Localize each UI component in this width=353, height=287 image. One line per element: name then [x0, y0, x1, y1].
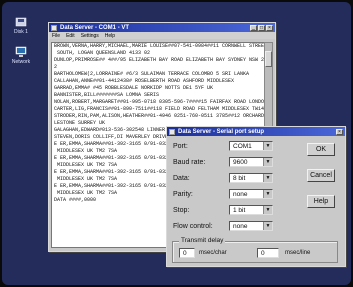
menu-edit[interactable]: Edit: [66, 33, 75, 39]
desktop-icon-label: Network: [11, 59, 31, 65]
data-bits-value: 8 bit: [233, 175, 246, 182]
terminal-app-icon: [51, 24, 57, 31]
chevron-down-icon[interactable]: ▼: [263, 158, 272, 166]
menu-file[interactable]: File: [52, 33, 60, 39]
parity-select[interactable]: none ▼: [229, 189, 273, 199]
chevron-down-icon[interactable]: ▼: [263, 174, 272, 182]
help-button[interactable]: Help: [307, 195, 335, 208]
dialog-titlebar[interactable]: Data Server - Serial port setup ×: [167, 127, 345, 136]
desktop-icon-network[interactable]: Network: [10, 46, 32, 65]
close-button[interactable]: ×: [266, 24, 273, 31]
serial-port-dialog: Data Server - Serial port setup × Port: …: [166, 126, 346, 267]
disk-icon: [15, 17, 27, 27]
data-bits-select[interactable]: 8 bit ▼: [229, 173, 273, 183]
port-select[interactable]: COM1 ▼: [229, 141, 273, 151]
terminal-line: NOLAN,ROBERT,MARGARET##01-995-0718 0305-…: [54, 99, 265, 105]
line-delay-unit: msec/line: [285, 250, 311, 256]
chevron-down-icon[interactable]: ▼: [263, 142, 272, 150]
flow-control-select[interactable]: none ▼: [229, 221, 273, 231]
char-delay-value: 0: [183, 250, 187, 257]
scrollbar-thumb[interactable]: [265, 51, 272, 67]
parity-value: none: [233, 191, 248, 198]
flow-control-value: none: [233, 223, 248, 230]
char-delay-unit: msec/char: [199, 250, 227, 256]
maximize-button[interactable]: □: [258, 24, 265, 31]
terminal-line: CARTER,LIG,FRANCIS##01-890-7511##118 FIE…: [54, 106, 265, 112]
ok-button[interactable]: OK: [307, 143, 335, 156]
flow-control-label: Flow control:: [173, 223, 213, 230]
terminal-line: BROWN,VERNA,HARRY,MICHAEL,MARIE LOUISE##…: [54, 43, 265, 49]
desktop-icon-label: Disk 1: [14, 29, 28, 35]
terminal-line: BANNISTER,BILL#######SA LOMNA SERIS: [54, 92, 160, 98]
line-delay-input[interactable]: 0: [257, 248, 279, 258]
network-icon: [15, 46, 27, 57]
port-value: COM1: [233, 143, 252, 150]
desktop-icon-disk[interactable]: Disk 1: [10, 16, 32, 35]
terminal-line: STRODER,RIN,PAM,ALISON,HEATHER##01-4946 …: [54, 113, 265, 119]
stop-bits-label: Stop:: [173, 207, 190, 214]
chevron-down-icon[interactable]: ▼: [263, 190, 272, 198]
terminal-line: CALLAHAN,ANNE##01-4412438# ROSELBERTH RO…: [54, 78, 235, 84]
baud-rate-label: Baud rate:: [173, 159, 206, 166]
transmit-delay-group: Transmit delay 0 msec/char 0 msec/line: [172, 237, 338, 263]
terminal-line: BARTHOLOMEW(2,LORRAINE# #6/3 SULAIMAN TE…: [54, 71, 250, 77]
port-label: Port:: [173, 143, 188, 150]
chevron-down-icon[interactable]: ▼: [263, 222, 272, 230]
baud-rate-value: 9600: [233, 159, 248, 166]
dialog-close-button[interactable]: ×: [336, 128, 343, 135]
cancel-button[interactable]: Cancel: [307, 169, 335, 182]
terminal-line: GARRAD,EMMA# #45 ROBBLESDALE NORKIDP NOT…: [54, 85, 214, 91]
line-delay-value: 0: [261, 250, 265, 257]
terminal-line: DUNLOP,PRIMROSE## 4##/95 ELIZABETH BAY R…: [54, 57, 265, 63]
chevron-down-icon[interactable]: ▼: [263, 206, 272, 214]
dialog-title: Data Server - Serial port setup: [178, 128, 265, 135]
parity-label: Parity:: [173, 191, 193, 198]
minimize-button[interactable]: _: [250, 24, 257, 31]
stop-bits-value: 1 bit: [233, 207, 246, 214]
stop-bits-select[interactable]: 1 bit ▼: [229, 205, 273, 215]
transmit-delay-label: Transmit delay: [179, 237, 226, 244]
menu-help[interactable]: Help: [105, 33, 115, 39]
char-delay-input[interactable]: 0: [179, 248, 195, 258]
terminal-title: Data Server - COM1 - VT: [60, 24, 130, 31]
dialog-app-icon: [169, 128, 175, 135]
desktop: Disk 1 Network Data Server - COM1 - VT _…: [2, 2, 351, 285]
monitor-screen: Disk 1 Network Data Server - COM1 - VT _…: [2, 2, 351, 285]
data-bits-label: Data:: [173, 175, 190, 182]
terminal-line: 2: [54, 64, 58, 70]
terminal-line: SOUTH, LOGAN QUEENSLAND 4133 02: [54, 50, 151, 56]
terminal-menubar: File Edit Settings Help: [49, 32, 275, 39]
baud-rate-select[interactable]: 9600 ▼: [229, 157, 273, 167]
menu-settings[interactable]: Settings: [81, 33, 99, 39]
terminal-titlebar[interactable]: Data Server - COM1 - VT _ □ ×: [49, 23, 275, 32]
